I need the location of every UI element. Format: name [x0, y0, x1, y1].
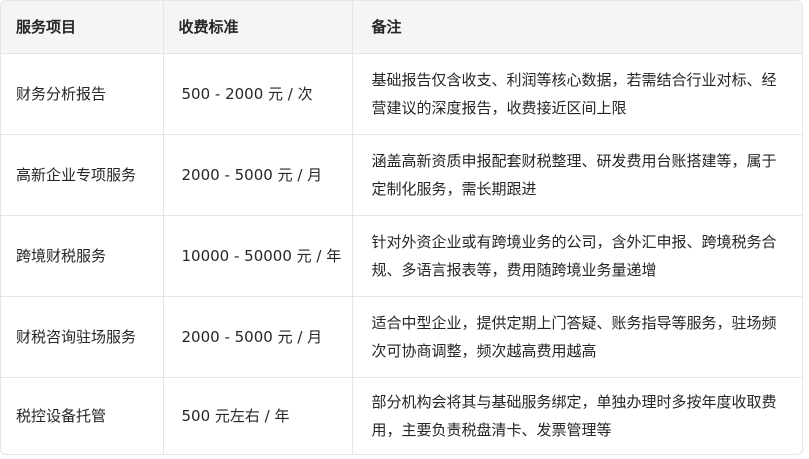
cell-fee: 10000 - 50000 元 / 年 [163, 215, 353, 297]
header-notes: 备注 [352, 1, 802, 54]
table-header: 服务项目 收费标准 备注 [1, 1, 802, 54]
cell-fee: 500 元左右 / 年 [163, 377, 353, 454]
cell-fee: 500 - 2000 元 / 次 [163, 53, 353, 135]
table-row: 高新企业专项服务 2000 - 5000 元 / 月 涵盖高新资质申报配套财税整… [1, 134, 802, 216]
cell-notes: 涵盖高新资质申报配套财税整理、研发费用台账搭建等，属于定制化服务，需长期跟进 [352, 134, 802, 216]
table-body: 财务分析报告 500 - 2000 元 / 次 基础报告仅含收支、利润等核心数据… [1, 53, 802, 454]
fee-table-grid: 服务项目 收费标准 备注 财务分析报告 500 - 2000 元 / 次 基础报… [1, 1, 802, 454]
cell-service: 跨境财税服务 [1, 215, 164, 297]
cell-service: 税控设备托管 [1, 377, 164, 454]
cell-fee: 2000 - 5000 元 / 月 [163, 134, 353, 216]
cell-service: 高新企业专项服务 [1, 134, 164, 216]
fee-table: 服务项目 收费标准 备注 财务分析报告 500 - 2000 元 / 次 基础报… [0, 0, 803, 455]
cell-notes: 针对外资企业或有跨境业务的公司，含外汇申报、跨境税务合规、多语言报表等，费用随跨… [352, 215, 802, 297]
table-row: 财税咨询驻场服务 2000 - 5000 元 / 月 适合中型企业，提供定期上门… [1, 296, 802, 378]
header-service: 服务项目 [1, 1, 164, 54]
cell-service: 财税咨询驻场服务 [1, 296, 164, 378]
cell-service: 财务分析报告 [1, 53, 164, 135]
header-fee: 收费标准 [163, 1, 353, 54]
cell-notes: 基础报告仅含收支、利润等核心数据，若需结合行业对标、经营建议的深度报告，收费接近… [352, 53, 802, 135]
table-row: 税控设备托管 500 元左右 / 年 部分机构会将其与基础服务绑定，单独办理时多… [1, 377, 802, 454]
cell-notes: 适合中型企业，提供定期上门答疑、账务指导等服务，驻场频次可协商调整，频次越高费用… [352, 296, 802, 378]
table-row: 财务分析报告 500 - 2000 元 / 次 基础报告仅含收支、利润等核心数据… [1, 53, 802, 135]
header-row: 服务项目 收费标准 备注 [1, 1, 802, 54]
table-row: 跨境财税服务 10000 - 50000 元 / 年 针对外资企业或有跨境业务的… [1, 215, 802, 297]
cell-fee: 2000 - 5000 元 / 月 [163, 296, 353, 378]
cell-notes: 部分机构会将其与基础服务绑定，单独办理时多按年度收取费用，主要负责税盘清卡、发票… [371, 393, 777, 440]
